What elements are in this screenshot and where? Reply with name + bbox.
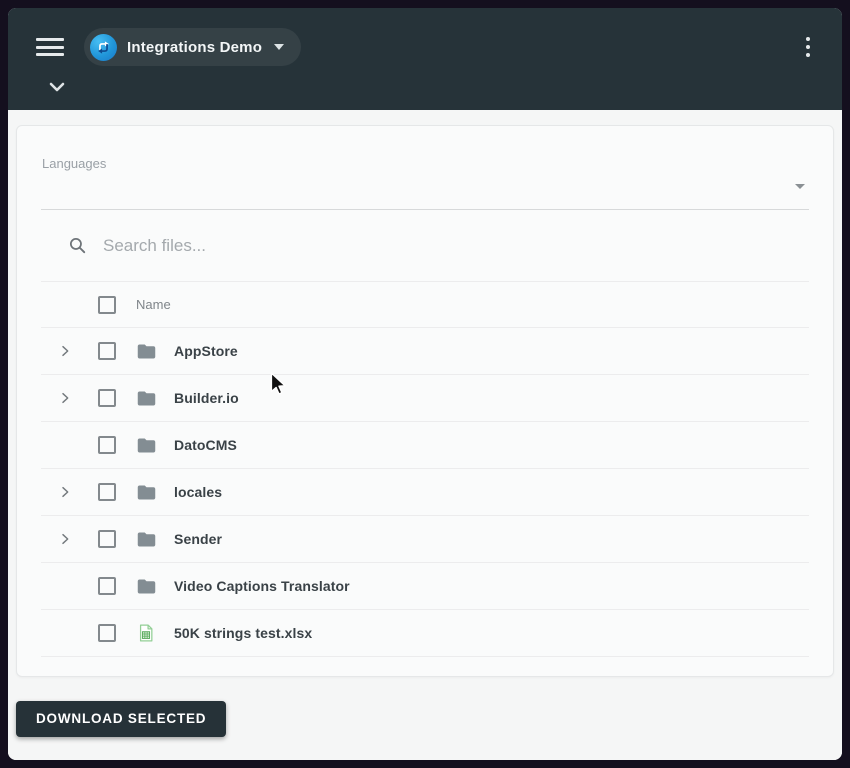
languages-label: Languages <box>42 156 106 171</box>
table-row[interactable]: Video Captions Translator <box>41 563 809 610</box>
app-window: Integrations Demo Languages <box>8 8 842 760</box>
table-row[interactable]: locales <box>41 469 809 516</box>
project-name-label: Integrations Demo <box>127 39 262 56</box>
row-checkbox[interactable] <box>98 577 116 595</box>
folder-icon <box>136 388 157 409</box>
search-icon <box>68 236 87 255</box>
folder-icon <box>136 482 157 503</box>
row-checkbox[interactable] <box>98 389 116 407</box>
expand-chevron-icon[interactable] <box>53 480 77 504</box>
chevron-down-icon[interactable] <box>48 81 66 93</box>
expand-chevron-icon[interactable] <box>53 339 77 363</box>
more-vertical-icon[interactable] <box>804 35 812 59</box>
file-table-body: AppStore Builder.io <box>17 328 833 657</box>
table-row[interactable]: 50K strings test.xlsx <box>41 610 809 657</box>
download-selected-button[interactable]: DOWNLOAD SELECTED <box>16 701 226 737</box>
expand-chevron-icon[interactable] <box>53 527 77 551</box>
search-bar <box>41 210 809 282</box>
select-caret-icon[interactable] <box>795 184 805 189</box>
row-name: AppStore <box>174 343 238 359</box>
table-header-row: Name <box>41 282 809 328</box>
table-row[interactable]: AppStore <box>41 328 809 375</box>
app-bar-second-row <box>48 81 842 93</box>
name-column-header: Name <box>136 297 171 312</box>
row-name: locales <box>174 484 222 500</box>
search-input[interactable] <box>101 235 809 257</box>
main-content: Languages Name <box>8 110 842 760</box>
select-all-checkbox[interactable] <box>98 296 116 314</box>
row-checkbox[interactable] <box>98 436 116 454</box>
folder-icon <box>136 529 157 550</box>
row-checkbox[interactable] <box>98 624 116 642</box>
row-checkbox[interactable] <box>98 342 116 360</box>
sync-arrows-logo-icon <box>90 34 117 61</box>
row-checkbox[interactable] <box>98 530 116 548</box>
folder-icon <box>136 576 157 597</box>
folder-icon <box>136 435 157 456</box>
table-row[interactable]: DatoCMS <box>41 422 809 469</box>
row-name: DatoCMS <box>174 437 237 453</box>
file-browser-card: Languages Name <box>16 125 834 677</box>
expand-chevron-icon[interactable] <box>53 386 77 410</box>
row-checkbox[interactable] <box>98 483 116 501</box>
app-bar-row: Integrations Demo <box>36 28 812 66</box>
spreadsheet-icon <box>136 623 156 643</box>
table-row[interactable]: Builder.io <box>41 375 809 422</box>
folder-icon <box>136 341 157 362</box>
app-bar: Integrations Demo <box>8 8 842 110</box>
row-name: 50K strings test.xlsx <box>174 625 312 641</box>
project-switcher-button[interactable]: Integrations Demo <box>84 28 301 66</box>
hamburger-menu-icon[interactable] <box>36 38 64 56</box>
screenshot-frame: Integrations Demo Languages <box>0 0 850 768</box>
caret-down-icon <box>274 44 284 50</box>
row-name: Video Captions Translator <box>174 578 350 594</box>
row-name: Builder.io <box>174 390 239 406</box>
row-name: Sender <box>174 531 222 547</box>
languages-select[interactable]: Languages <box>41 126 809 210</box>
table-row[interactable]: Sender <box>41 516 809 563</box>
